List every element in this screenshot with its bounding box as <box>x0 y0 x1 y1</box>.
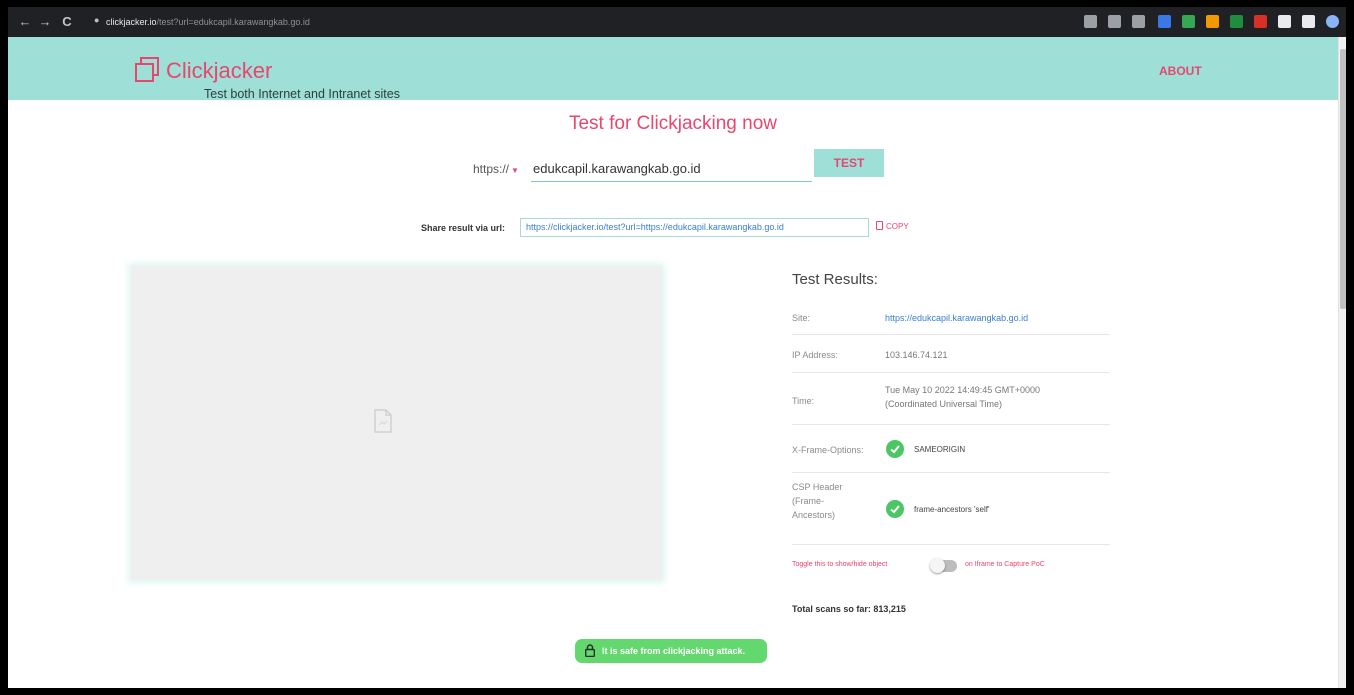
xfo-value: SAMEORIGIN <box>914 445 966 454</box>
protocol-value: https:// <box>473 162 510 176</box>
csp-label-line2: (Frame- <box>792 496 824 506</box>
site-header: Clickjacker Test both Internet and Intra… <box>8 37 1338 101</box>
xfo-label: X-Frame-Options: <box>792 445 864 455</box>
ext-red-icon[interactable] <box>1254 15 1267 28</box>
about-link[interactable]: ABOUT <box>1159 64 1202 78</box>
poc-toggle-row: Toggle this to show/hide object on Ifram… <box>792 558 1112 578</box>
share-icon[interactable] <box>1108 15 1121 28</box>
url-host: clickjacker.io <box>106 17 157 27</box>
copy-label: COPY <box>886 222 909 231</box>
share-label: Share result via url: <box>421 223 506 233</box>
toggle-label-left: Toggle this to show/hide object <box>792 561 888 568</box>
forward-icon[interactable]: → <box>36 13 54 31</box>
back-icon[interactable]: ← <box>16 13 34 31</box>
ip-value: 103.146.74.121 <box>885 350 948 360</box>
ext-blue-icon[interactable] <box>1158 15 1171 28</box>
total-scans: Total scans so far: 813,215 <box>792 604 906 614</box>
safe-status-text: It is safe from clickjacking attack. <box>602 646 746 656</box>
ext-camera-icon[interactable] <box>1182 15 1195 28</box>
csp-value: frame-ancestors 'self' <box>914 505 990 514</box>
ext-shield-icon[interactable] <box>1230 15 1243 28</box>
broken-image-icon <box>374 409 392 433</box>
results-title: Test Results: <box>792 271 878 288</box>
copy-button[interactable]: COPY <box>876 221 909 231</box>
caret-down-icon: ▼ <box>511 166 519 175</box>
result-row-xfo: X-Frame-Options: SAMEORIGIN <box>792 425 1110 473</box>
csp-label-line1: CSP Header <box>792 482 843 492</box>
result-row-time: Time: Tue May 10 2022 14:49:45 GMT+0000 … <box>792 373 1110 425</box>
result-row-site: Site: https://edukcapil.karawangkab.go.i… <box>792 301 1110 335</box>
check-icon <box>886 440 904 458</box>
share-url-field[interactable]: https://clickjacker.io/test?url=https://… <box>520 218 869 237</box>
lock-icon: ● <box>94 15 100 25</box>
ip-label: IP Address: <box>792 350 838 360</box>
scrollbar-thumb[interactable] <box>1340 49 1346 309</box>
brand-name[interactable]: Clickjacker <box>166 58 272 84</box>
url-path: /test?url=edukcapil.karawangkab.go.id <box>156 17 310 27</box>
browser-toolbar: ← → C ● clickjacker.io/test?url=edukcapi… <box>8 7 1346 37</box>
extensions-icon[interactable] <box>1278 15 1291 28</box>
site-link[interactable]: https://edukcapil.karawangkab.go.id <box>885 311 1028 325</box>
time-value-line2: (Coordinated Universal Time) <box>885 399 1003 409</box>
safe-status-badge: It is safe from clickjacking attack. <box>575 639 767 663</box>
result-row-ip: IP Address: 103.146.74.121 <box>792 335 1110 373</box>
lock-icon <box>585 644 595 657</box>
show-hide-toggle[interactable] <box>930 558 957 573</box>
star-icon[interactable] <box>1132 15 1145 28</box>
site-label: Site: <box>792 313 811 323</box>
time-label: Time: <box>792 396 815 406</box>
toggle-knob[interactable] <box>930 558 945 573</box>
url-input[interactable] <box>531 156 812 182</box>
scrollbar[interactable] <box>1338 37 1346 688</box>
test-button[interactable]: TEST <box>814 149 884 177</box>
reload-icon[interactable]: C <box>58 13 76 31</box>
result-row-csp: CSP Header (Frame- Ancestors) frame-ance… <box>792 473 1110 545</box>
check-icon <box>886 500 904 518</box>
toggle-label-right: on Iframe to Capture PoC <box>965 561 1045 568</box>
copy-icon <box>876 221 883 230</box>
window-icon[interactable] <box>1302 15 1315 28</box>
logo-icon <box>135 57 159 82</box>
translate-icon[interactable] <box>1084 15 1097 28</box>
page-title: Test for Clickjacking now <box>568 113 778 134</box>
tagline: Test both Internet and Intranet sites <box>204 87 400 101</box>
protocol-select[interactable]: https://▼ <box>473 162 519 176</box>
ext-orange-icon[interactable] <box>1206 15 1219 28</box>
csp-label-line3: Ancestors) <box>792 510 836 520</box>
address-bar[interactable]: clickjacker.io/test?url=edukcapil.karawa… <box>106 15 310 29</box>
screenshot-frame: ← → C ● clickjacker.io/test?url=edukcapi… <box>8 7 1346 688</box>
time-value-line1: Tue May 10 2022 14:49:45 GMT+0000 <box>885 385 1041 395</box>
profile-icon[interactable] <box>1326 15 1339 28</box>
iframe-preview <box>131 266 662 580</box>
